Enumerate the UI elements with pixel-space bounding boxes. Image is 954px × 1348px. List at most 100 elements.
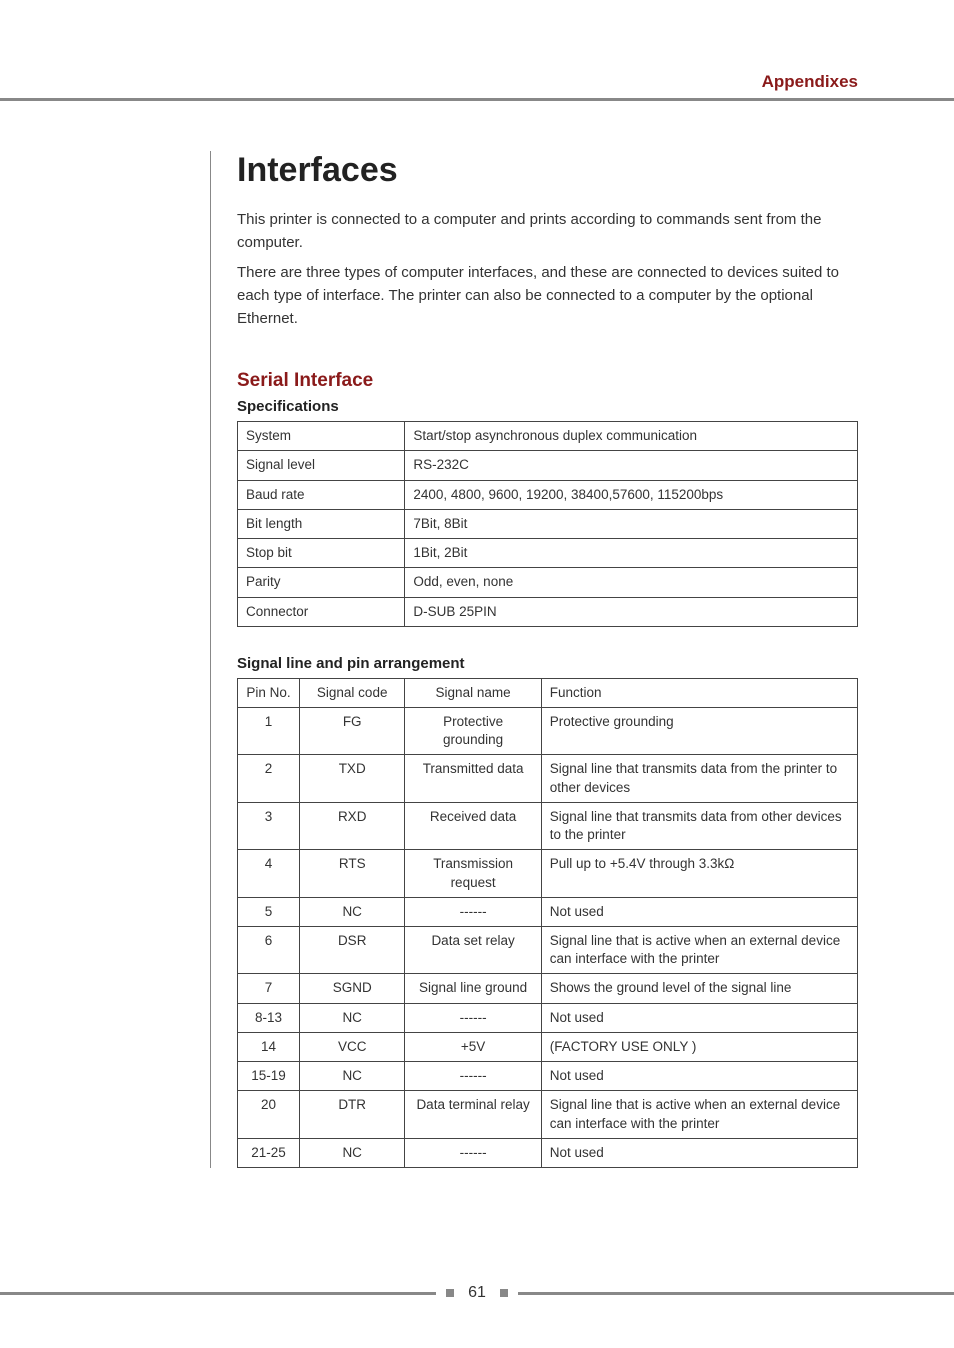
col-header-signal-code: Signal code (300, 678, 405, 707)
table-row: Signal levelRS-232C (238, 451, 858, 480)
signal-name: Signal line ground (405, 974, 541, 1003)
table-row: 21-25NC------Not used (238, 1138, 858, 1167)
signal-code: DTR (300, 1091, 405, 1138)
pin-no: 20 (238, 1091, 300, 1138)
spec-key: Parity (238, 568, 405, 597)
spec-key: Connector (238, 597, 405, 626)
signal-code: VCC (300, 1032, 405, 1061)
col-header-pin-no: Pin No. (238, 678, 300, 707)
function: Pull up to +5.4V through 3.3kΩ (541, 850, 857, 897)
signal-name: Data terminal relay (405, 1091, 541, 1138)
spec-value: Start/stop asynchronous duplex communica… (405, 422, 858, 451)
table-row: 4RTSTransmission requestPull up to +5.4V… (238, 850, 858, 897)
function: Protective grounding (541, 708, 857, 755)
page-title: Interfaces (237, 151, 858, 190)
pin-no: 8-13 (238, 1003, 300, 1032)
function: Not used (541, 897, 857, 926)
spec-key: Signal level (238, 451, 405, 480)
table-row: 7SGNDSignal line groundShows the ground … (238, 974, 858, 1003)
spec-key: Baud rate (238, 480, 405, 509)
table-row: 6DSRData set relaySignal line that is ac… (238, 926, 858, 973)
subheading-pin-arrangement: Signal line and pin arrangement (237, 655, 858, 672)
table-row: Bit length7Bit, 8Bit (238, 509, 858, 538)
spec-value: Odd, even, none (405, 568, 858, 597)
spec-value: RS-232C (405, 451, 858, 480)
table-row: ParityOdd, even, none (238, 568, 858, 597)
table-row: 20DTRData terminal relaySignal line that… (238, 1091, 858, 1138)
table-row: 14VCC+5V(FACTORY USE ONLY ) (238, 1032, 858, 1061)
signal-code: FG (300, 708, 405, 755)
section-title-serial: Serial Interface (237, 370, 858, 392)
signal-code: NC (300, 1003, 405, 1032)
spec-value: 7Bit, 8Bit (405, 509, 858, 538)
function: Shows the ground level of the signal lin… (541, 974, 857, 1003)
pin-no: 4 (238, 850, 300, 897)
function: Not used (541, 1003, 857, 1032)
col-header-function: Function (541, 678, 857, 707)
function: Signal line that transmits data from the… (541, 755, 857, 802)
spec-key: Stop bit (238, 539, 405, 568)
pin-no: 7 (238, 974, 300, 1003)
specifications-table: SystemStart/stop asynchronous duplex com… (237, 421, 858, 627)
function: (FACTORY USE ONLY ) (541, 1032, 857, 1061)
pin-no: 5 (238, 897, 300, 926)
table-row: SystemStart/stop asynchronous duplex com… (238, 422, 858, 451)
signal-code: NC (300, 1062, 405, 1091)
signal-name: ------ (405, 1138, 541, 1167)
page-footer: 61 (0, 1284, 954, 1302)
footer-rule-right (518, 1292, 954, 1295)
signal-code: NC (300, 1138, 405, 1167)
spec-value: D-SUB 25PIN (405, 597, 858, 626)
running-head: Appendixes (0, 0, 954, 98)
pin-no: 6 (238, 926, 300, 973)
signal-name: +5V (405, 1032, 541, 1061)
pin-no: 1 (238, 708, 300, 755)
table-row: 2TXDTransmitted dataSignal line that tra… (238, 755, 858, 802)
footer-ornament-icon (446, 1289, 454, 1297)
table-row: ConnectorD-SUB 25PIN (238, 597, 858, 626)
vertical-rule (210, 151, 211, 1168)
intro-paragraph-1: This printer is connected to a computer … (237, 208, 858, 255)
table-row: 8-13NC------Not used (238, 1003, 858, 1032)
table-header-row: Pin No. Signal code Signal name Function (238, 678, 858, 707)
function: Signal line that transmits data from oth… (541, 802, 857, 849)
intro-paragraph-2: There are three types of computer interf… (237, 261, 858, 331)
table-row: 15-19NC------Not used (238, 1062, 858, 1091)
pin-no: 15-19 (238, 1062, 300, 1091)
signal-name: ------ (405, 897, 541, 926)
header-rule (0, 98, 954, 101)
pin-arrangement-table: Pin No. Signal code Signal name Function… (237, 678, 858, 1168)
function: Not used (541, 1062, 857, 1091)
table-row: Baud rate2400, 4800, 9600, 19200, 38400,… (238, 480, 858, 509)
pin-no: 3 (238, 802, 300, 849)
pin-no: 2 (238, 755, 300, 802)
page-number: 61 (464, 1284, 490, 1302)
signal-code: DSR (300, 926, 405, 973)
function: Signal line that is active when an exter… (541, 1091, 857, 1138)
signal-name: Transmission request (405, 850, 541, 897)
signal-code: NC (300, 897, 405, 926)
signal-name: Data set relay (405, 926, 541, 973)
signal-name: ------ (405, 1003, 541, 1032)
table-row: 1FGProtective groundingProtective ground… (238, 708, 858, 755)
table-row: 5NC------Not used (238, 897, 858, 926)
footer-ornament-icon (500, 1289, 508, 1297)
function: Signal line that is active when an exter… (541, 926, 857, 973)
signal-code: RXD (300, 802, 405, 849)
footer-rule-left (0, 1292, 436, 1295)
spec-value: 1Bit, 2Bit (405, 539, 858, 568)
pin-no: 14 (238, 1032, 300, 1061)
signal-name: ------ (405, 1062, 541, 1091)
signal-code: SGND (300, 974, 405, 1003)
signal-name: Protective grounding (405, 708, 541, 755)
table-row: 3RXDReceived dataSignal line that transm… (238, 802, 858, 849)
spec-key: System (238, 422, 405, 451)
table-row: Stop bit1Bit, 2Bit (238, 539, 858, 568)
pin-no: 21-25 (238, 1138, 300, 1167)
col-header-signal-name: Signal name (405, 678, 541, 707)
signal-code: RTS (300, 850, 405, 897)
signal-name: Transmitted data (405, 755, 541, 802)
spec-value: 2400, 4800, 9600, 19200, 38400,57600, 11… (405, 480, 858, 509)
signal-code: TXD (300, 755, 405, 802)
spec-key: Bit length (238, 509, 405, 538)
